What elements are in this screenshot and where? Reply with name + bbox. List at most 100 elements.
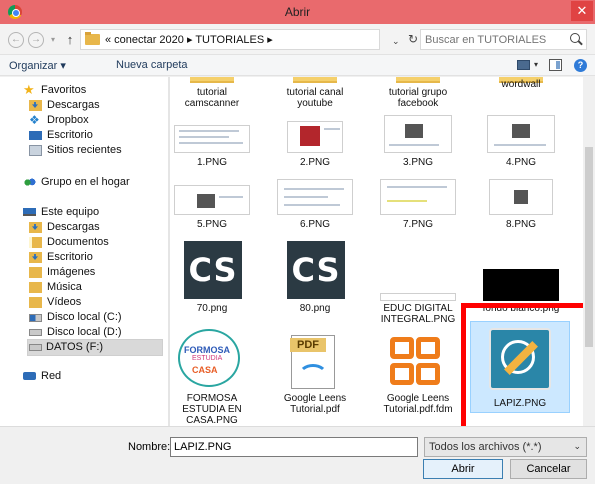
- sidebar-item-this-pc[interactable]: Este equipo: [23, 205, 163, 221]
- file-name: 80.png: [299, 303, 331, 314]
- dialog-footer: Nombre: Todos los archivos (*.*) ⌄ Abrir…: [0, 426, 595, 484]
- navigation-pane: ★ Favoritos Descargas ❖ Dropbox Escritor…: [0, 77, 168, 426]
- sidebar-item-pictures[interactable]: Imágenes: [29, 265, 163, 281]
- back-button[interactable]: ←: [8, 32, 24, 48]
- filename-input[interactable]: [170, 437, 418, 457]
- address-dropdown-button[interactable]: ⌄: [392, 36, 400, 47]
- file-item[interactable]: 2.PNG: [273, 121, 357, 171]
- file-name: 6.PNG: [299, 219, 330, 230]
- file-item[interactable]: Google Leens Tutorial.pdf.fdm: [376, 329, 460, 425]
- image-thumbnail: [384, 115, 452, 153]
- sidebar-item-drive-c[interactable]: Disco local (C:): [29, 310, 163, 326]
- address-row: ← → ▾ ↑ « conectar 2020 ▸ TUTORIALES ▸ ⌄…: [0, 24, 595, 54]
- sidebar-item-label: Escritorio: [47, 129, 93, 141]
- sidebar-item-documents[interactable]: Documentos: [29, 235, 163, 251]
- search-input[interactable]: [425, 32, 565, 47]
- help-icon[interactable]: ?: [574, 59, 587, 72]
- close-button[interactable]: ✕: [571, 1, 593, 21]
- preview-pane-icon[interactable]: [549, 59, 562, 71]
- folder-item[interactable]: tutorial camscanner: [170, 77, 254, 115]
- folder-icon: [396, 77, 440, 83]
- breadcrumb[interactable]: « conectar 2020 ▸ TUTORIALES ▸: [105, 33, 273, 46]
- file-item[interactable]: 3.PNG: [376, 115, 460, 171]
- file-item[interactable]: PDF Google Leens Tutorial.pdf: [273, 329, 357, 425]
- image-thumbnail: [287, 121, 343, 153]
- filename-label: Nombre:: [128, 441, 171, 453]
- file-item[interactable]: EDUC DIGITAL INTEGRAL.PNG: [376, 241, 460, 329]
- address-bar[interactable]: « conectar 2020 ▸ TUTORIALES ▸: [80, 29, 380, 50]
- up-button[interactable]: ↑: [62, 33, 78, 49]
- new-folder-button[interactable]: Nueva carpeta: [116, 59, 188, 71]
- sidebar-item-downloads-pc[interactable]: Descargas: [29, 220, 163, 236]
- file-name: EDUC DIGITAL INTEGRAL.PNG: [380, 303, 456, 325]
- file-item[interactable]: 8.PNG: [479, 179, 563, 233]
- file-item[interactable]: CS 80.png: [273, 241, 357, 329]
- desktop-icon: [29, 131, 42, 140]
- sidebar-item-drive-f[interactable]: DATOS (F:): [27, 339, 163, 356]
- forward-button[interactable]: →: [28, 32, 44, 48]
- file-item[interactable]: 5.PNG: [170, 179, 254, 233]
- image-thumbnail: [174, 125, 250, 153]
- sidebar-item-label: Imágenes: [47, 266, 96, 278]
- sidebar-item-label: Este equipo: [41, 206, 100, 218]
- folder-item[interactable]: tutorial grupo facebook: [376, 77, 460, 115]
- sidebar-item-downloads[interactable]: Descargas: [29, 98, 163, 114]
- view-options-dropdown[interactable]: ▾: [534, 60, 538, 69]
- logo-text: CASA: [192, 365, 218, 375]
- sidebar-item-label: Vídeos: [47, 296, 82, 308]
- file-item[interactable]: 7.PNG: [376, 179, 460, 233]
- recent-locations-dropdown[interactable]: ▾: [48, 35, 58, 45]
- vertical-scrollbar[interactable]: [583, 77, 595, 426]
- sidebar-item-label: Escritorio: [47, 251, 93, 263]
- cancel-button[interactable]: Cancelar: [510, 459, 587, 479]
- organize-button[interactable]: Organizar ▾: [9, 59, 66, 72]
- search-icon[interactable]: [570, 33, 580, 43]
- formosa-logo: FORMOSA ESTUDIA CASA: [178, 329, 240, 387]
- refresh-button[interactable]: ↻: [408, 32, 418, 46]
- camscanner-logo: CS: [184, 241, 242, 299]
- pdf-swirl-icon: [298, 364, 328, 388]
- sidebar-item-desktop-pc[interactable]: Escritorio: [29, 250, 163, 266]
- sidebar-item-label: Favoritos: [41, 84, 87, 96]
- open-button[interactable]: Abrir: [423, 459, 503, 479]
- sidebar-item-desktop[interactable]: Escritorio: [29, 128, 163, 144]
- scrollbar-thumb[interactable]: [585, 147, 593, 347]
- sidebar-item-network[interactable]: Red: [23, 369, 163, 385]
- folder-item[interactable]: tutorial canal youtube: [273, 77, 357, 115]
- sidebar-item-label: Sitios recientes: [47, 144, 122, 156]
- sidebar-item-label: Red: [41, 370, 62, 382]
- file-item[interactable]: 6.PNG: [273, 179, 357, 233]
- folder-item[interactable]: wordwall: [479, 77, 563, 115]
- window-title: Abrir: [284, 5, 311, 19]
- file-type-select[interactable]: Todos los archivos (*.*) ⌄: [424, 437, 587, 457]
- sidebar-item-label: Disco local (D:): [47, 326, 122, 338]
- image-thumbnail: [483, 269, 559, 301]
- file-item[interactable]: 4.PNG: [479, 115, 563, 171]
- folder-icon: [190, 77, 234, 83]
- search-box[interactable]: [420, 29, 587, 50]
- downloads-folder-icon: [29, 100, 42, 111]
- file-name: tutorial camscanner: [184, 87, 240, 109]
- file-item[interactable]: FORMOSA ESTUDIA CASA FORMOSA ESTUDIA EN …: [170, 329, 254, 426]
- change-view-icon[interactable]: [517, 60, 530, 70]
- desktop-folder-icon: [29, 252, 42, 263]
- logo-text: FORMOSA: [184, 345, 230, 355]
- sidebar-item-label: Dropbox: [47, 114, 89, 126]
- logo-text: ESTUDIA: [192, 355, 223, 362]
- file-name: 7.PNG: [402, 219, 433, 230]
- star-icon: ★: [23, 82, 35, 97]
- sidebar-item-dropbox[interactable]: ❖ Dropbox: [29, 113, 163, 129]
- downloads-folder-icon: [29, 222, 42, 233]
- sidebar-item-recent[interactable]: Sitios recientes: [29, 143, 163, 159]
- pdf-tag: PDF: [290, 338, 326, 352]
- sidebar-item-music[interactable]: Música: [29, 280, 163, 296]
- sidebar-item-favorites[interactable]: ★ Favoritos: [23, 82, 163, 99]
- sidebar-item-videos[interactable]: Vídeos: [29, 295, 163, 311]
- file-item[interactable]: 1.PNG: [170, 121, 254, 171]
- sidebar-item-homegroup[interactable]: Grupo en el hogar: [23, 175, 163, 191]
- file-name: 3.PNG: [402, 157, 433, 168]
- file-item[interactable]: CS 70.png: [170, 241, 254, 329]
- file-type-value: Todos los archivos (*.*): [429, 441, 542, 453]
- sidebar-item-label: Descargas: [47, 221, 100, 233]
- file-name: 4.PNG: [505, 157, 536, 168]
